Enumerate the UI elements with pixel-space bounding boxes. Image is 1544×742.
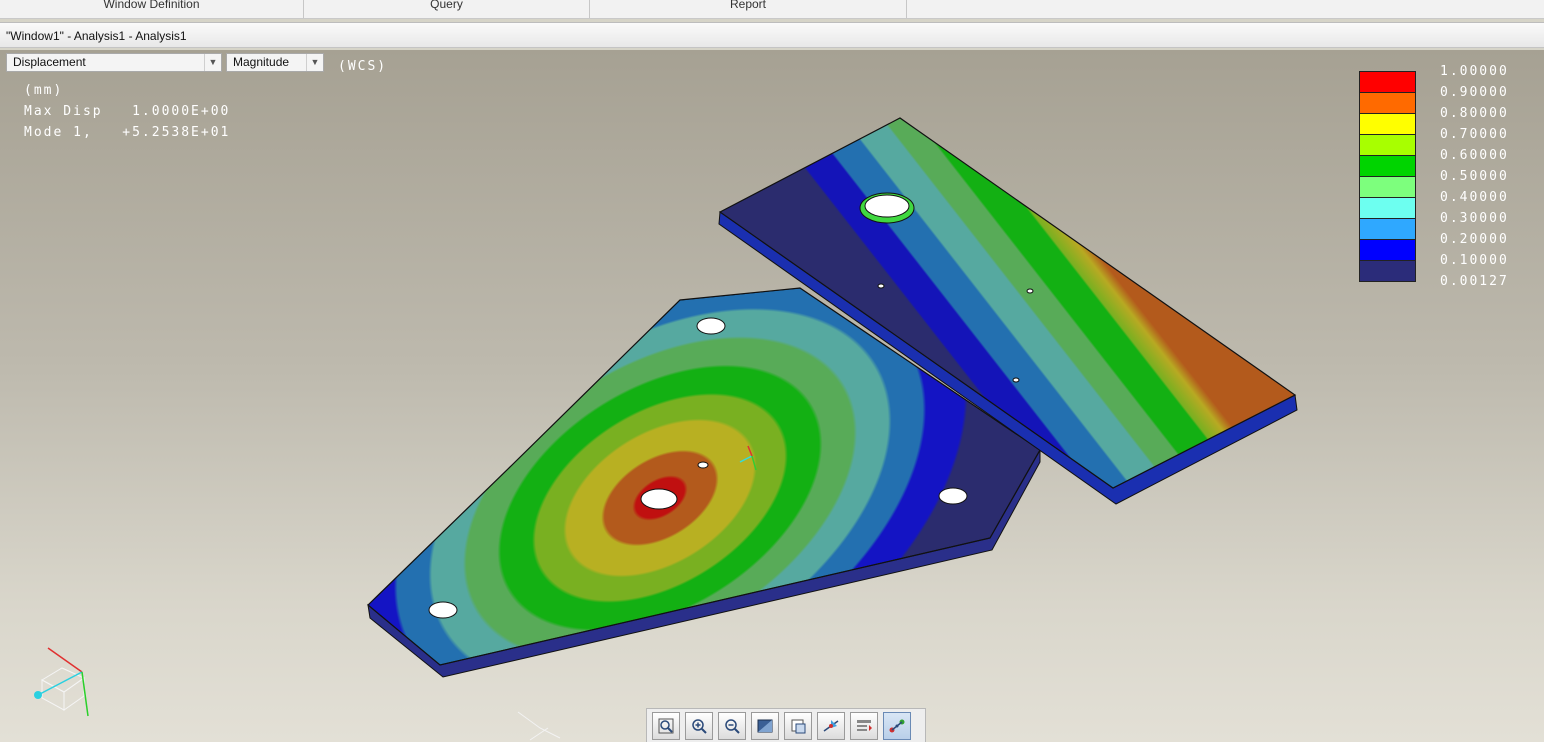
legend-value: 0.90000 [1440,85,1509,100]
chevron-down-icon[interactable]: ▼ [204,54,221,71]
graphics-toolbar [646,708,926,742]
units-label: (mm) [24,83,64,98]
coord-system-label: (WCS) [338,59,388,74]
legend-value: 0.10000 [1440,253,1509,268]
zoom-fit-icon[interactable] [652,711,680,740]
left-plate-hole [696,317,726,335]
view-orientation-icon[interactable] [784,711,812,740]
shaded-display-icon[interactable] [751,711,779,740]
legend-band [1360,114,1415,135]
legend-band [1360,135,1415,156]
legend-value: 0.50000 [1440,169,1509,184]
legend-band [1360,240,1415,261]
legend-values: 1.00000 0.90000 0.80000 0.70000 0.60000 … [1440,61,1509,292]
ribbon-group-query[interactable]: Query [304,0,590,18]
ribbon-group-bar: Window Definition Query Report [0,0,1544,19]
legend-value: 0.70000 [1440,127,1509,142]
datum-display-icon[interactable] [883,711,911,740]
legend-band [1360,93,1415,114]
spin-center-ghost [517,711,561,741]
left-plate-hole [938,487,968,505]
result-quantity-dropdown[interactable]: Displacement ▼ [6,53,222,72]
result-quantity-value: Displacement [13,55,86,69]
zoom-out-icon[interactable] [718,711,746,740]
left-plate-hole [428,601,458,619]
legend-value: 0.00127 [1440,274,1509,289]
legend-value: 0.60000 [1440,148,1509,163]
chevron-down-icon[interactable]: ▼ [306,54,323,71]
fem-model-render [34,117,1298,741]
max-displacement-label: Max Disp 1.0000E+00 [24,104,231,119]
result-component-dropdown[interactable]: Magnitude ▼ [226,53,324,72]
window-title: "Window1" - Analysis1 - Analysis1 [0,22,1544,48]
left-plate-center-hole [640,488,678,510]
result-component-value: Magnitude [233,55,290,69]
legend-band [1360,72,1415,93]
legend-value: 1.00000 [1440,64,1509,79]
mode-label: Mode 1, +5.2538E+01 [24,125,231,140]
ribbon-group-report[interactable]: Report [590,0,907,18]
legend-band [1360,261,1415,281]
legend-band [1360,219,1415,240]
ribbon-group-window-definition[interactable]: Window Definition [0,0,304,18]
legend-value: 0.20000 [1440,232,1509,247]
legend-value: 0.40000 [1440,190,1509,205]
model-display-icon[interactable] [850,711,878,740]
legend-color-bar [1359,71,1416,282]
left-plate-small-hole [697,461,709,469]
zoom-in-icon[interactable] [685,711,713,740]
legend-band [1360,156,1415,177]
legend-band [1360,198,1415,219]
orientation-triad [34,647,89,717]
legend-band [1360,177,1415,198]
spin-center-icon[interactable] [817,711,845,740]
legend-value: 0.80000 [1440,106,1509,121]
graphics-viewport[interactable]: Displacement ▼ Magnitude ▼ (WCS) (mm) Ma… [0,50,1544,742]
legend-value: 0.30000 [1440,211,1509,226]
